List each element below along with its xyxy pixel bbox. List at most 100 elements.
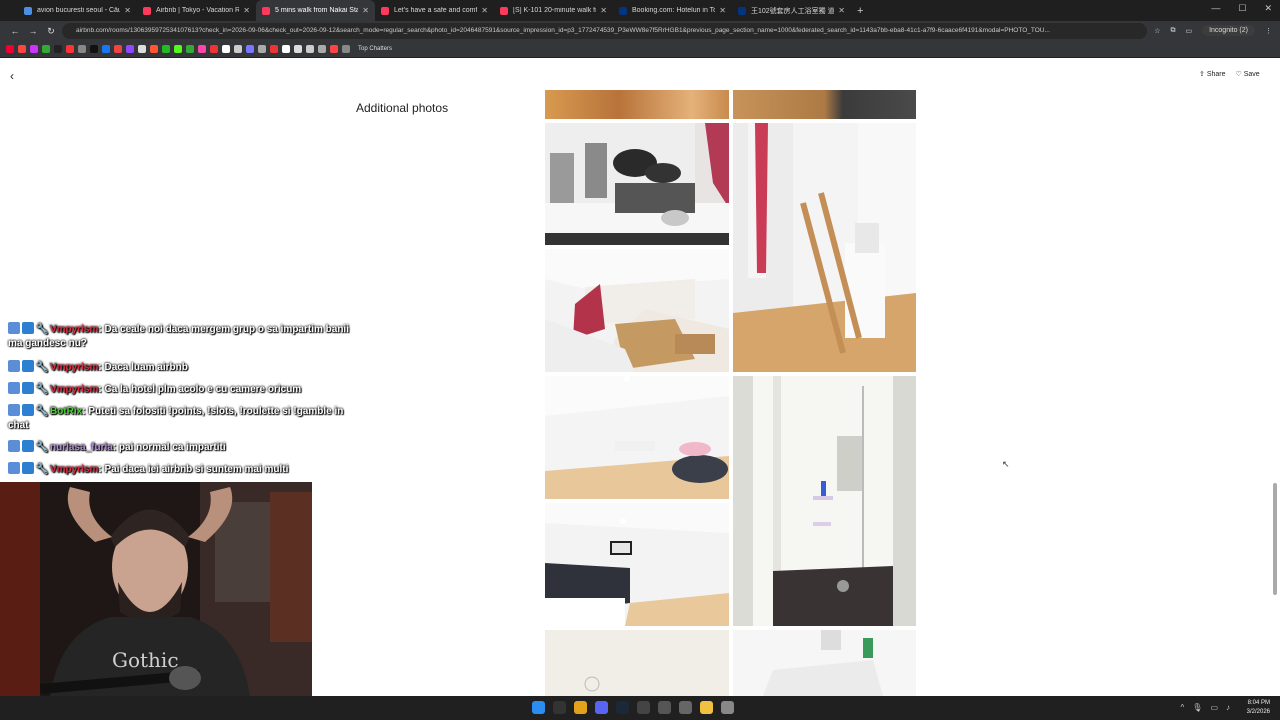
bookmark-icon[interactable]	[138, 45, 146, 53]
bookmark-icon[interactable]	[102, 45, 110, 53]
bookmark-icon[interactable]	[294, 45, 302, 53]
bookmark-icon[interactable]	[234, 45, 242, 53]
tab-title: 王102號套房人工浴室獨 道步行	[751, 7, 835, 15]
app-icon[interactable]	[637, 701, 650, 714]
bookmark-icon[interactable]	[198, 45, 206, 53]
photo-bed-room[interactable]	[545, 503, 729, 626]
photo-kitchen[interactable]	[545, 123, 729, 245]
menu-icon[interactable]: ⋮	[1265, 27, 1272, 35]
app-icon[interactable]	[679, 701, 692, 714]
photo-wall[interactable]	[545, 630, 729, 696]
bookmark-icon[interactable]	[318, 45, 326, 53]
bookmark-icon[interactable]	[186, 45, 194, 53]
browser-tab[interactable]: Airbnb | Tokyo - Vacation Rentals✕	[137, 0, 256, 21]
steam-icon[interactable]	[616, 701, 629, 714]
close-tab-icon[interactable]: ✕	[719, 6, 726, 15]
reload-icon[interactable]: ↻	[42, 26, 60, 37]
bookmark-icon[interactable]	[330, 45, 338, 53]
bookmark-icon[interactable]	[246, 45, 254, 53]
share-button[interactable]: ⇪ Share	[1199, 70, 1226, 78]
chrome-icon[interactable]	[574, 701, 587, 714]
network-icon[interactable]: ▭	[1210, 703, 1218, 712]
bookmark-icon[interactable]	[306, 45, 314, 53]
photo-floor[interactable]	[545, 90, 729, 119]
minimize-icon[interactable]: —	[1211, 3, 1220, 14]
back-chevron-icon[interactable]: ‹	[10, 69, 14, 83]
chevron-up-icon[interactable]: ^	[1181, 703, 1185, 712]
chat-text: Daca luam airbnb	[104, 362, 188, 373]
start-icon[interactable]	[532, 701, 545, 714]
bookmark-icon[interactable]	[270, 45, 278, 53]
forward-arrow-icon[interactable]: →	[24, 26, 42, 36]
chat-text: Da ceale noi daca mergem grup o sa impar…	[104, 324, 349, 335]
bookmark-icon[interactable]	[6, 45, 14, 53]
bookmark-icon[interactable]	[78, 45, 86, 53]
browser-tab[interactable]: Let's have a safe and comfortab✕	[375, 0, 494, 21]
browser-tab[interactable]: 5 mins walk from Nakai Sta/Shi✕	[256, 0, 375, 21]
chat-message: 🔧 Vmpyrism: Daca luam airbnb	[8, 360, 188, 373]
folder-icon[interactable]	[700, 701, 713, 714]
browser-tab[interactable]: 王102號套房人工浴室獨 道步行✕	[732, 0, 851, 21]
bookmark-icon[interactable]	[42, 45, 50, 53]
url-field[interactable]: airbnb.com/rooms/1306395972534107613?che…	[62, 23, 1147, 39]
mic-icon[interactable]: 🎙	[1192, 703, 1202, 712]
back-arrow-icon[interactable]: ←	[6, 26, 24, 36]
close-tab-icon[interactable]: ✕	[124, 6, 131, 15]
close-tab-icon[interactable]: ✕	[838, 6, 845, 15]
bookmark-icon[interactable]	[258, 45, 266, 53]
maximize-icon[interactable]: ☐	[1238, 3, 1246, 14]
photo-ladder-hallway[interactable]	[733, 123, 916, 372]
new-tab-button[interactable]: +	[857, 5, 863, 17]
bookmark-icon[interactable]	[342, 45, 350, 53]
badge-icon	[22, 360, 34, 372]
photo-bed-loft[interactable]	[545, 376, 729, 499]
bookmark-icon[interactable]	[210, 45, 218, 53]
bookmark-icon[interactable]	[174, 45, 182, 53]
bookmark-icon[interactable]	[114, 45, 122, 53]
bookmark-icon[interactable]	[18, 45, 26, 53]
bookmark-icon[interactable]	[54, 45, 62, 53]
discord-icon[interactable]	[595, 701, 608, 714]
badge-icon	[8, 360, 20, 372]
bookmark-icon[interactable]	[66, 45, 74, 53]
bookmark-top-chatters[interactable]: Top Chatters	[358, 46, 392, 52]
save-label: Save	[1243, 71, 1260, 78]
clock[interactable]: 8:04 PM 3/2/2026	[1247, 699, 1270, 717]
close-tab-icon[interactable]: ✕	[481, 6, 488, 15]
chat-text: Puteti sa folositi !points, !slots, !rou…	[88, 406, 344, 417]
bookmark-icon[interactable]	[30, 45, 38, 53]
mouse-cursor-icon: ↖	[1002, 459, 1010, 469]
photo-shower[interactable]	[733, 376, 916, 626]
browser-tab[interactable]: avion bucuresti seoul - Căutare✕	[18, 0, 137, 21]
sidebar-icon[interactable]: ▭	[1185, 27, 1192, 35]
bookmark-icon[interactable]	[282, 45, 290, 53]
bookmark-icon[interactable]	[162, 45, 170, 53]
wrench-icon: 🔧	[36, 464, 49, 475]
close-tab-icon[interactable]: ✕	[243, 6, 250, 15]
wrench-icon: 🔧	[36, 442, 49, 453]
bookmark-icon[interactable]	[126, 45, 134, 53]
settings-icon[interactable]	[721, 701, 734, 714]
favicon-icon	[262, 6, 270, 15]
bookmark-icon[interactable]	[222, 45, 230, 53]
bookmark-icon[interactable]	[150, 45, 158, 53]
star-icon[interactable]: ☆	[1154, 27, 1160, 35]
search-icon[interactable]	[553, 701, 566, 714]
photo-loft-room[interactable]	[545, 249, 729, 372]
close-icon[interactable]: ✕	[1264, 3, 1272, 14]
browser-tab[interactable]: Booking.com: Hoteluri in Tokyo✕	[613, 0, 732, 21]
browser-tab[interactable]: [S] K-101 20-minute walk from✕	[494, 0, 613, 21]
save-button[interactable]: ♡ Save	[1236, 70, 1260, 78]
photo-washroom[interactable]	[733, 630, 916, 696]
bookmark-icon[interactable]	[90, 45, 98, 53]
close-tab-icon[interactable]: ✕	[600, 6, 607, 15]
chat-message: 🔧 Vmpyrism: Pai daca iei airbnb si suntem…	[8, 462, 288, 475]
scrollbar-thumb[interactable]	[1273, 483, 1277, 595]
close-tab-icon[interactable]: ✕	[362, 6, 369, 15]
scrollbar[interactable]	[1272, 89, 1278, 694]
obs-icon[interactable]	[658, 701, 671, 714]
incognito-badge[interactable]: Incognito (2)	[1202, 25, 1255, 36]
extensions-icon[interactable]: ⧉	[1170, 27, 1175, 35]
volume-icon[interactable]: ♪	[1226, 703, 1230, 712]
photo-floor-dark[interactable]	[733, 90, 916, 119]
